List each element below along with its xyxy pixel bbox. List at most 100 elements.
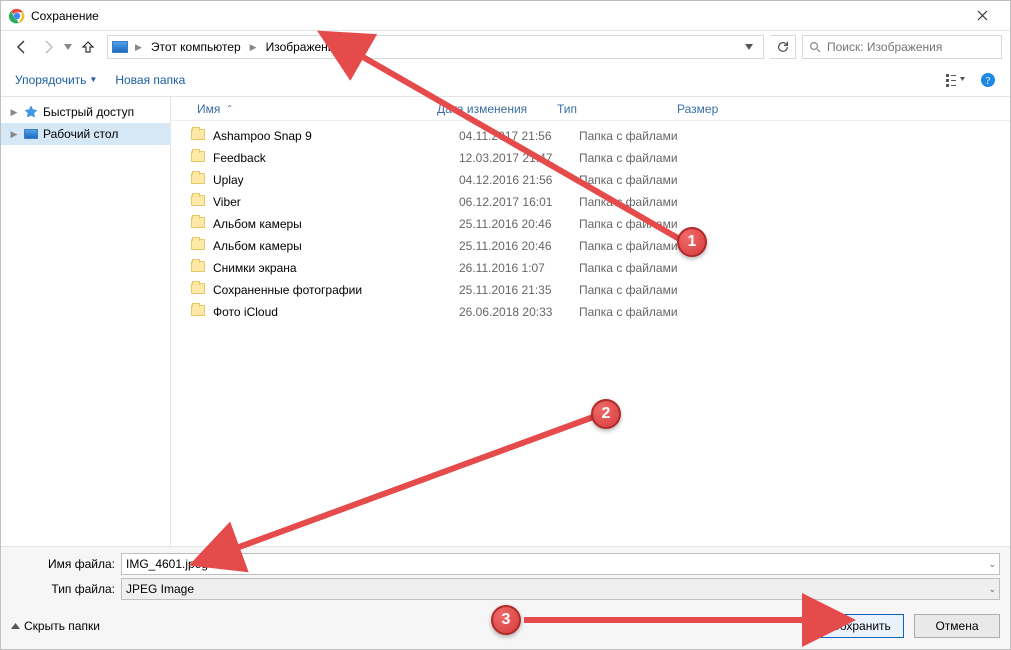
sidebar: ▶ Быстрый доступ ▶ Рабочий стол xyxy=(1,97,171,546)
sidebar-item-quick-access[interactable]: ▶ Быстрый доступ xyxy=(1,101,170,123)
chrome-icon xyxy=(9,8,25,24)
star-icon xyxy=(23,105,39,119)
sidebar-label: Быстрый доступ xyxy=(43,105,134,119)
new-folder-label: Новая папка xyxy=(115,73,185,87)
column-date[interactable]: Дата изменения xyxy=(431,102,551,116)
folder-icon xyxy=(191,195,207,209)
search-input[interactable] xyxy=(825,39,995,55)
column-name[interactable]: Имя ⌃ xyxy=(191,102,431,116)
chevron-icon: ▶ xyxy=(247,42,260,53)
filename-input[interactable]: IMG_4601.jpeg ⌄ xyxy=(121,553,1000,575)
folder-icon xyxy=(191,261,207,275)
file-row[interactable]: Uplay04.12.2016 21:56Папка с файлами xyxy=(171,169,1010,191)
cancel-button[interactable]: Отмена xyxy=(914,614,1000,638)
file-type: Папка с файлами xyxy=(573,129,693,143)
this-pc-icon xyxy=(112,41,128,53)
new-folder-button[interactable]: Новая папка xyxy=(109,69,191,91)
file-date: 26.11.2016 1:07 xyxy=(453,261,573,275)
sidebar-label: Рабочий стол xyxy=(43,127,118,141)
filetype-select[interactable]: JPEG Image ⌄ xyxy=(121,578,1000,600)
folder-icon xyxy=(191,129,207,143)
file-name: Viber xyxy=(213,195,453,209)
file-row[interactable]: Альбом камеры25.11.2016 20:46Папка с фай… xyxy=(171,213,1010,235)
search-box[interactable] xyxy=(802,35,1002,59)
file-type: Папка с файлами xyxy=(573,239,693,253)
filetype-label: Тип файла: xyxy=(1,582,121,596)
file-row[interactable]: Снимки экрана26.11.2016 1:07Папка с файл… xyxy=(171,257,1010,279)
breadcrumb-current[interactable]: Изображения xyxy=(264,40,343,54)
view-options-button[interactable] xyxy=(944,68,968,92)
history-dropdown[interactable] xyxy=(61,44,75,50)
breadcrumb-root[interactable]: Этот компьютер xyxy=(149,40,243,54)
file-date: 26.06.2018 20:33 xyxy=(453,305,573,319)
file-date: 04.12.2016 21:56 xyxy=(453,173,573,187)
hide-folders-label: Скрыть папки xyxy=(24,619,100,633)
organize-menu[interactable]: Упорядочить ▼ xyxy=(9,69,103,91)
file-name: Feedback xyxy=(213,151,453,165)
address-dropdown[interactable] xyxy=(739,36,759,58)
file-date: 25.11.2016 20:46 xyxy=(453,239,573,253)
chevron-icon: ▶ xyxy=(132,42,145,53)
file-name: Альбом камеры xyxy=(213,217,453,231)
file-type: Папка с файлами xyxy=(573,151,693,165)
file-date: 12.03.2017 21:47 xyxy=(453,151,573,165)
refresh-button[interactable] xyxy=(770,35,796,59)
column-type[interactable]: Тип xyxy=(551,102,671,116)
titlebar: Сохранение xyxy=(1,1,1010,31)
folder-icon xyxy=(191,217,207,231)
file-row[interactable]: Ashampoo Snap 904.11.2017 21:56Папка с ф… xyxy=(171,125,1010,147)
file-type: Папка с файлами xyxy=(573,305,693,319)
file-type: Папка с файлами xyxy=(573,217,693,231)
sidebar-item-desktop[interactable]: ▶ Рабочий стол xyxy=(1,123,170,145)
window-title: Сохранение xyxy=(31,9,99,23)
up-button[interactable] xyxy=(75,35,101,59)
forward-button[interactable] xyxy=(35,35,61,59)
file-date: 04.11.2017 21:56 xyxy=(453,129,573,143)
file-name: Сохраненные фотографии xyxy=(213,283,453,297)
file-name: Снимки экрана xyxy=(213,261,453,275)
file-name: Фото iCloud xyxy=(213,305,453,319)
file-date: 25.11.2016 20:46 xyxy=(453,217,573,231)
file-row[interactable]: Feedback12.03.2017 21:47Папка с файлами xyxy=(171,147,1010,169)
folder-icon xyxy=(191,173,207,187)
filename-label: Имя файла: xyxy=(1,557,121,571)
file-type: Папка с файлами xyxy=(573,283,693,297)
file-type: Папка с файлами xyxy=(573,173,693,187)
file-row[interactable]: Сохраненные фотографии25.11.2016 21:35Па… xyxy=(171,279,1010,301)
save-dialog: Сохранение ▶ Этот компьютер ▶ Изображени… xyxy=(0,0,1011,650)
expand-icon[interactable]: ▶ xyxy=(9,129,19,140)
search-icon xyxy=(809,41,821,53)
back-button[interactable] xyxy=(9,35,35,59)
column-size[interactable]: Размер xyxy=(671,102,751,116)
file-row[interactable]: Viber06.12.2017 16:01Папка с файлами xyxy=(171,191,1010,213)
folder-icon xyxy=(191,305,207,319)
folder-icon xyxy=(191,151,207,165)
folder-icon xyxy=(191,239,207,253)
file-row[interactable]: Фото iCloud26.06.2018 20:33Папка с файла… xyxy=(171,301,1010,323)
organize-label: Упорядочить xyxy=(15,73,86,87)
help-button[interactable]: ? xyxy=(976,68,1000,92)
filename-value: IMG_4601.jpeg xyxy=(126,557,208,571)
file-name: Uplay xyxy=(213,173,453,187)
file-date: 25.11.2016 21:35 xyxy=(453,283,573,297)
body: ▶ Быстрый доступ ▶ Рабочий стол Имя ⌃ Да… xyxy=(1,97,1010,546)
address-bar[interactable]: ▶ Этот компьютер ▶ Изображения xyxy=(107,35,764,59)
chevron-down-icon[interactable]: ⌄ xyxy=(988,584,996,595)
bottom-panel: Имя файла: IMG_4601.jpeg ⌄ Тип файла: JP… xyxy=(1,546,1010,649)
expand-icon[interactable]: ▶ xyxy=(9,107,19,118)
file-list: Имя ⌃ Дата изменения Тип Размер Ashampoo… xyxy=(171,97,1010,546)
folder-icon xyxy=(191,283,207,297)
file-row[interactable]: Альбом камеры25.11.2016 20:46Папка с фай… xyxy=(171,235,1010,257)
nav-row: ▶ Этот компьютер ▶ Изображения xyxy=(1,31,1010,63)
hide-folders-toggle[interactable]: Скрыть папки xyxy=(11,619,100,633)
save-button[interactable]: Сохранить xyxy=(818,614,904,638)
file-date: 06.12.2017 16:01 xyxy=(453,195,573,209)
file-name: Альбом камеры xyxy=(213,239,453,253)
filetype-value: JPEG Image xyxy=(126,582,194,596)
svg-text:?: ? xyxy=(986,75,991,87)
sort-indicator-icon: ⌃ xyxy=(226,104,233,113)
column-headers: Имя ⌃ Дата изменения Тип Размер xyxy=(171,97,1010,121)
close-button[interactable] xyxy=(962,1,1002,31)
file-type: Папка с файлами xyxy=(573,261,693,275)
chevron-down-icon[interactable]: ⌄ xyxy=(988,559,996,570)
